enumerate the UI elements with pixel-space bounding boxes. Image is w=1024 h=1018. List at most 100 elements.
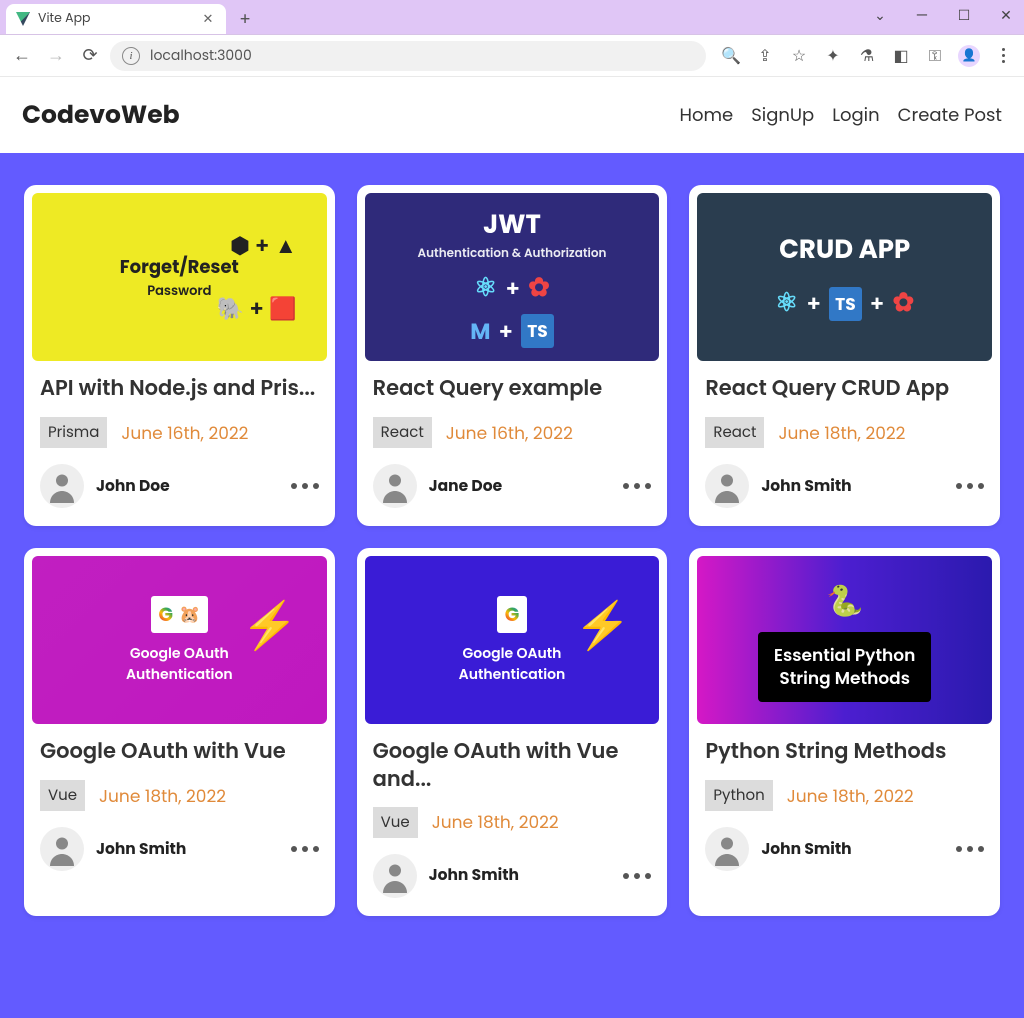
key-icon[interactable]: ⚿ [922, 43, 948, 69]
share-icon[interactable]: ⇪ [752, 43, 778, 69]
profile-avatar[interactable]: 👤 [956, 43, 982, 69]
post-options-icon[interactable] [956, 846, 984, 852]
thumb-heading: Google OAuth [130, 643, 229, 664]
brand-logo[interactable]: CodevoWeb [22, 96, 180, 134]
author-avatar [40, 827, 84, 871]
address-bar[interactable]: i localhost:3000 [110, 41, 706, 71]
post-tag[interactable]: React [373, 417, 432, 448]
browser-tab[interactable]: Vite App ✕ [6, 4, 226, 34]
maximize-button[interactable]: ☐ [952, 4, 976, 26]
post-tag[interactable]: Python [705, 780, 772, 811]
kebab-menu-icon[interactable] [990, 43, 1016, 69]
python-icon: 🐍 [826, 578, 863, 624]
app-header: CodevoWeb Home SignUp Login Create Post [0, 77, 1024, 153]
bookmark-star-icon[interactable]: ☆ [786, 43, 812, 69]
nav-signup[interactable]: SignUp [751, 102, 814, 129]
post-title: Python String Methods [705, 738, 984, 768]
posts-grid: Forget/Reset Password ⬢ + ▲ 🐘 + 🟥 API wi… [24, 185, 1000, 916]
thumb-heading: Forget/Reset [120, 254, 239, 281]
post-date: June 18th, 2022 [778, 420, 905, 446]
author-name: John Smith [761, 475, 851, 498]
zoom-icon[interactable]: 🔍 [718, 43, 744, 69]
vite-icon [16, 12, 30, 26]
post-title: API with Node.js and Pris... [40, 375, 319, 405]
author-avatar [705, 464, 749, 508]
close-window-button[interactable]: ✕ [994, 4, 1018, 26]
post-date: June 18th, 2022 [432, 809, 559, 835]
post-thumbnail: G🐹 ⚡ Google OAuth Authentication [32, 556, 327, 724]
url-text: localhost:3000 [150, 45, 252, 66]
thumb-subtext: Authentication & Authorization [418, 245, 607, 263]
nav-home[interactable]: Home [680, 102, 734, 129]
extensions-puzzle-icon[interactable]: ✦ [820, 43, 846, 69]
vue-lightning-icon: ⚡ [241, 592, 298, 661]
sidepanel-icon[interactable]: ◧ [888, 43, 914, 69]
minimize-dropdown-icon[interactable]: ⌄ [868, 4, 892, 26]
post-tag[interactable]: Prisma [40, 417, 107, 448]
thumb-heading: Google OAuth [463, 643, 562, 664]
post-card[interactable]: CRUD APP ⚛+ TS+ ✿ React Query CRUD App R… [689, 185, 1000, 526]
browser-titlebar: Vite App ✕ + ⌄ — ☐ ✕ [0, 0, 1024, 35]
vue-lightning-icon: ⚡ [574, 592, 631, 661]
post-card[interactable]: Forget/Reset Password ⬢ + ▲ 🐘 + 🟥 API wi… [24, 185, 335, 526]
nav-login[interactable]: Login [832, 102, 879, 129]
post-card[interactable]: JWT Authentication & Authorization ⚛+ ✿ … [357, 185, 668, 526]
post-card[interactable]: G ⚡ Google OAuth Authentication Google O… [357, 548, 668, 916]
nodejs-icon: ⬢ + ▲ [230, 229, 296, 262]
mui-icon: M [470, 315, 490, 348]
close-tab-icon[interactable]: ✕ [200, 11, 216, 27]
thumb-heading: Essential Python [774, 644, 915, 667]
post-tag[interactable]: Vue [373, 807, 418, 838]
author-name: John Smith [761, 838, 851, 861]
post-date: June 16th, 2022 [446, 420, 573, 446]
google-icon: G [505, 600, 519, 629]
post-title: Google OAuth with Vue [40, 738, 319, 768]
author-name: Jane Doe [429, 475, 502, 498]
post-date: June 16th, 2022 [121, 420, 248, 446]
post-options-icon[interactable] [623, 483, 651, 489]
post-date: June 18th, 2022 [787, 783, 914, 809]
post-card[interactable]: G🐹 ⚡ Google OAuth Authentication Google … [24, 548, 335, 916]
author-avatar [373, 464, 417, 508]
thumb-subtext: String Methods [774, 667, 915, 690]
nav-create-post[interactable]: Create Post [898, 102, 1002, 129]
author-avatar [373, 854, 417, 898]
react-icon: ⚛ [474, 269, 497, 308]
author-name: John Smith [96, 838, 186, 861]
react-icon: ⚛ [775, 284, 798, 323]
lab-flask-icon[interactable]: ⚗ [854, 43, 880, 69]
author-name: John Smith [429, 864, 519, 887]
post-tag[interactable]: React [705, 417, 764, 448]
thumb-subtext: Password [147, 281, 211, 301]
post-options-icon[interactable] [291, 846, 319, 852]
new-tab-button[interactable]: + [232, 6, 258, 32]
thumb-heading: CRUD APP [779, 231, 910, 270]
post-options-icon[interactable] [956, 483, 984, 489]
tab-title: Vite App [38, 10, 91, 28]
site-info-icon[interactable]: i [122, 47, 140, 65]
browser-toolbar: ← → ⟳ i localhost:3000 🔍 ⇪ ☆ ✦ ⚗ ◧ ⚿ 👤 [0, 35, 1024, 77]
google-icon: G [159, 600, 173, 629]
post-date: June 18th, 2022 [99, 783, 226, 809]
reload-button[interactable]: ⟳ [76, 42, 104, 70]
post-thumbnail: JWT Authentication & Authorization ⚛+ ✿ … [365, 193, 660, 361]
thumb-subtext: Authentication [459, 664, 566, 685]
post-tag[interactable]: Vue [40, 780, 85, 811]
post-thumbnail: 🐍 Essential Python String Methods [697, 556, 992, 724]
post-thumbnail: CRUD APP ⚛+ TS+ ✿ [697, 193, 992, 361]
typescript-icon: TS [521, 314, 554, 348]
back-button[interactable]: ← [8, 42, 36, 70]
author-avatar [40, 464, 84, 508]
forward-button[interactable]: → [42, 42, 70, 70]
post-options-icon[interactable] [623, 873, 651, 879]
header-nav: Home SignUp Login Create Post [680, 102, 1002, 129]
minimize-button[interactable]: — [910, 4, 934, 26]
thumb-subtext: Authentication [126, 664, 233, 685]
react-query-icon: ✿ [893, 284, 915, 323]
google-badge: G🐹 [151, 596, 209, 633]
typescript-icon: TS [829, 287, 862, 321]
post-title: React Query example [373, 375, 652, 405]
post-card[interactable]: 🐍 Essential Python String Methods Python… [689, 548, 1000, 916]
post-title: React Query CRUD App [705, 375, 984, 405]
post-options-icon[interactable] [291, 483, 319, 489]
